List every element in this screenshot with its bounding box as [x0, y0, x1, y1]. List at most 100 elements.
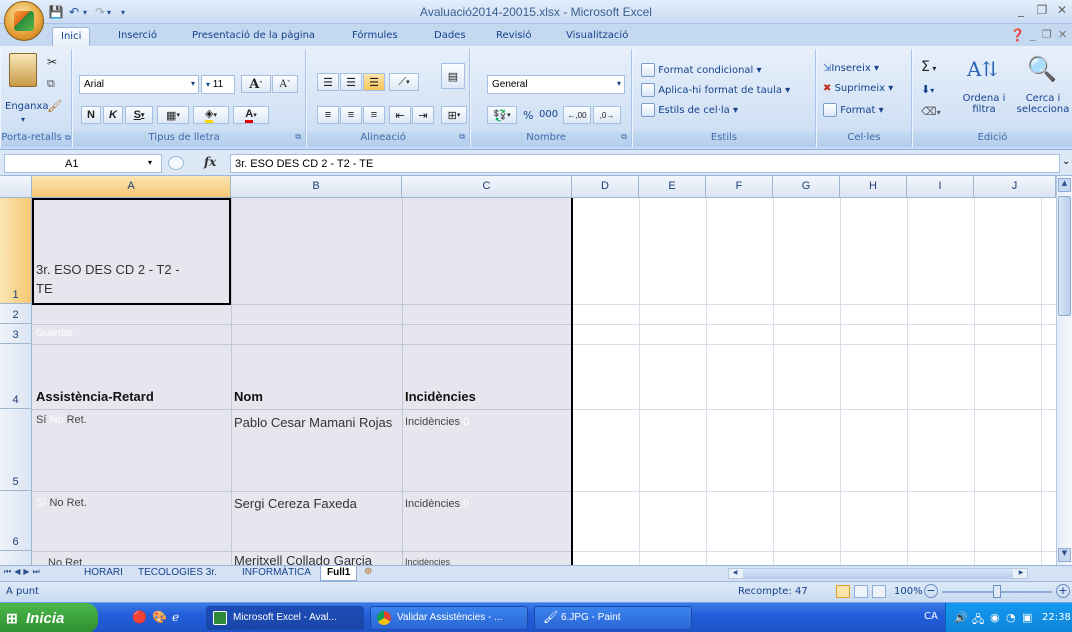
tray-chrome-icon[interactable]: ◉ — [990, 611, 1000, 624]
column-header-d[interactable]: D — [572, 176, 639, 198]
insert-cells-button[interactable]: ⇲Insereix ▾ — [823, 63, 879, 74]
select-all-corner[interactable] — [0, 176, 32, 198]
volume-icon[interactable]: 🔊 — [954, 611, 968, 624]
incidents-label[interactable]: Incidències — [405, 416, 460, 428]
ribbon-restore-icon[interactable]: ❐ — [1042, 28, 1052, 41]
increase-indent-button[interactable]: ⇥ — [412, 106, 434, 124]
format-painter-icon[interactable]: 🖌 — [47, 99, 62, 113]
align-top-button[interactable]: ☰ — [317, 73, 339, 91]
conditional-format-button[interactable]: Format condicional ▾ — [641, 63, 762, 77]
taskbar-item-chrome[interactable]: Validar Assistències - ... — [370, 606, 528, 630]
name-box[interactable]: A1 — [4, 154, 162, 173]
align-middle-button[interactable]: ☰ — [340, 73, 362, 91]
tray-app-icon[interactable]: ◔ — [1006, 611, 1016, 624]
sheet-tab-informatica[interactable]: INFORMÀTICA — [236, 566, 317, 581]
expand-formula-icon[interactable]: ⌄ — [1062, 156, 1070, 167]
active-cell-a1[interactable] — [32, 198, 231, 305]
fill-icon[interactable]: ⬇▾ — [921, 83, 934, 96]
attendance-no[interactable]: No — [49, 497, 63, 509]
vertical-scrollbar[interactable]: ▲ ▼ — [1056, 176, 1072, 565]
column-header-j[interactable]: J — [974, 176, 1056, 198]
delete-cells-button[interactable]: ✖ Suprimeix ▾ — [823, 83, 893, 94]
start-button[interactable]: ⊞ Inicia — [0, 603, 98, 632]
orientation-button[interactable]: ⟋ ▾ — [389, 73, 419, 91]
incidents-label[interactable]: Incidències — [405, 498, 460, 510]
format-as-table-button[interactable]: Aplica-hi format de taula ▾ — [641, 83, 790, 97]
increase-decimal-button[interactable]: ← ,00 — [563, 106, 591, 124]
decrease-indent-button[interactable]: ⇤ — [389, 106, 411, 124]
row-header-1[interactable]: 1 — [0, 198, 32, 304]
insert-sheet-icon[interactable]: ⊕ — [364, 566, 372, 577]
thousands-button[interactable]: 000 — [539, 109, 558, 120]
row-header-7[interactable] — [0, 551, 32, 565]
close-icon[interactable]: ✕ — [1054, 3, 1070, 19]
column-header-h[interactable]: H — [840, 176, 907, 198]
alignment-launcher-icon[interactable]: ⧉ — [459, 132, 465, 142]
percent-button[interactable]: % — [523, 109, 533, 122]
paste-button[interactable]: Enganxa — [5, 101, 49, 112]
tab-inici[interactable]: Inici — [52, 27, 91, 46]
merge-center-button[interactable]: ⊞ ▾ — [441, 106, 467, 124]
help-icon[interactable]: ❓ — [1010, 28, 1025, 42]
taskbar-item-paint[interactable]: 🖌 6.JPG - Paint — [534, 606, 692, 630]
align-bottom-button[interactable]: ☰ — [363, 73, 385, 91]
zoom-out-icon[interactable]: − — [924, 584, 938, 598]
column-header-g[interactable]: G — [773, 176, 840, 198]
attendance-yes[interactable]: Sí — [36, 414, 46, 426]
horizontal-scroll-thumb[interactable] — [743, 569, 1013, 578]
sort-filter-button[interactable]: Ordena i filtra — [953, 93, 1015, 115]
chrome-quicklaunch-icon[interactable]: 🔴 — [132, 610, 147, 624]
name-box-dropdown-icon[interactable]: ▾ — [148, 158, 152, 167]
wrap-text-button[interactable]: ▤ — [441, 63, 465, 89]
format-cells-button[interactable]: Format ▾ — [823, 103, 884, 117]
align-right-button[interactable]: ≡ — [363, 106, 385, 124]
language-indicator[interactable]: CA — [924, 611, 938, 622]
sort-filter-icon[interactable]: A⇅ — [967, 57, 998, 81]
attendance-yes[interactable]: Sí — [36, 497, 46, 509]
clipboard-launcher-icon[interactable]: ⧉ — [65, 133, 71, 142]
zoom-slider-thumb[interactable] — [993, 585, 1001, 598]
restore-icon[interactable]: ❐ — [1034, 3, 1050, 19]
tab-formules[interactable]: Fórmules — [344, 27, 406, 46]
network-icon[interactable]: 🖧 — [972, 611, 984, 630]
scroll-up-icon[interactable]: ▲ — [1058, 178, 1071, 192]
attendance-late[interactable]: Ret. — [67, 497, 87, 509]
taskbar-item-excel[interactable]: Microsoft Excel - Aval... — [206, 606, 364, 630]
column-header-b[interactable]: B — [231, 176, 402, 198]
font-name-dropdown-icon[interactable]: ▾ — [191, 79, 195, 88]
number-format-dropdown-icon[interactable]: ▾ — [617, 79, 621, 88]
page-layout-view-icon[interactable] — [854, 585, 868, 598]
sheet-tab-full1[interactable]: Full1 — [320, 566, 358, 581]
find-select-button[interactable]: Cerca i selecciona — [1013, 93, 1072, 115]
align-left-button[interactable]: ≡ — [317, 106, 339, 124]
insert-function-button[interactable]: fx — [204, 155, 216, 169]
scroll-right-icon[interactable]: ▶ — [1015, 569, 1027, 578]
bold-button[interactable]: N — [81, 106, 101, 124]
sheet-nav-icons[interactable]: ⏮◀▶⏭ — [4, 567, 43, 577]
column-header-i[interactable]: I — [907, 176, 974, 198]
scroll-down-icon[interactable]: ▼ — [1058, 548, 1071, 562]
zoom-in-icon[interactable]: + — [1056, 584, 1070, 598]
clear-icon[interactable]: ⌫▾ — [921, 105, 941, 118]
normal-view-icon[interactable] — [836, 585, 850, 598]
column-header-e[interactable]: E — [639, 176, 706, 198]
paint-quicklaunch-icon[interactable]: 🎨 — [152, 610, 167, 624]
accounting-format-button[interactable]: 💱 ▾ — [487, 106, 517, 124]
tray-update-icon[interactable]: ▣ — [1022, 611, 1032, 624]
paste-icon[interactable] — [9, 53, 37, 87]
horizontal-scrollbar[interactable]: ◀ ▶ — [728, 568, 1028, 579]
number-format-box[interactable]: General — [487, 75, 625, 94]
column-header-c[interactable]: C — [402, 176, 572, 198]
tab-presentacio[interactable]: Presentació de la pàgina — [184, 27, 323, 46]
autosum-button[interactable]: Σ ▾ — [921, 59, 936, 75]
copy-icon[interactable]: ⧉ — [47, 77, 55, 91]
attendance-no[interactable]: No — [49, 414, 63, 426]
tab-revisio[interactable]: Revisió — [488, 27, 539, 46]
sheet-tab-horari[interactable]: HORARI — [78, 566, 129, 581]
underline-button[interactable]: S ▾ — [125, 106, 153, 124]
ribbon-close-icon[interactable]: ✕ — [1058, 28, 1067, 41]
tab-dades[interactable]: Dades — [426, 27, 474, 46]
scroll-left-icon[interactable]: ◀ — [729, 569, 741, 578]
shrink-font-button[interactable]: Aˇ — [272, 75, 298, 93]
row-header-6[interactable]: 6 — [0, 491, 32, 551]
